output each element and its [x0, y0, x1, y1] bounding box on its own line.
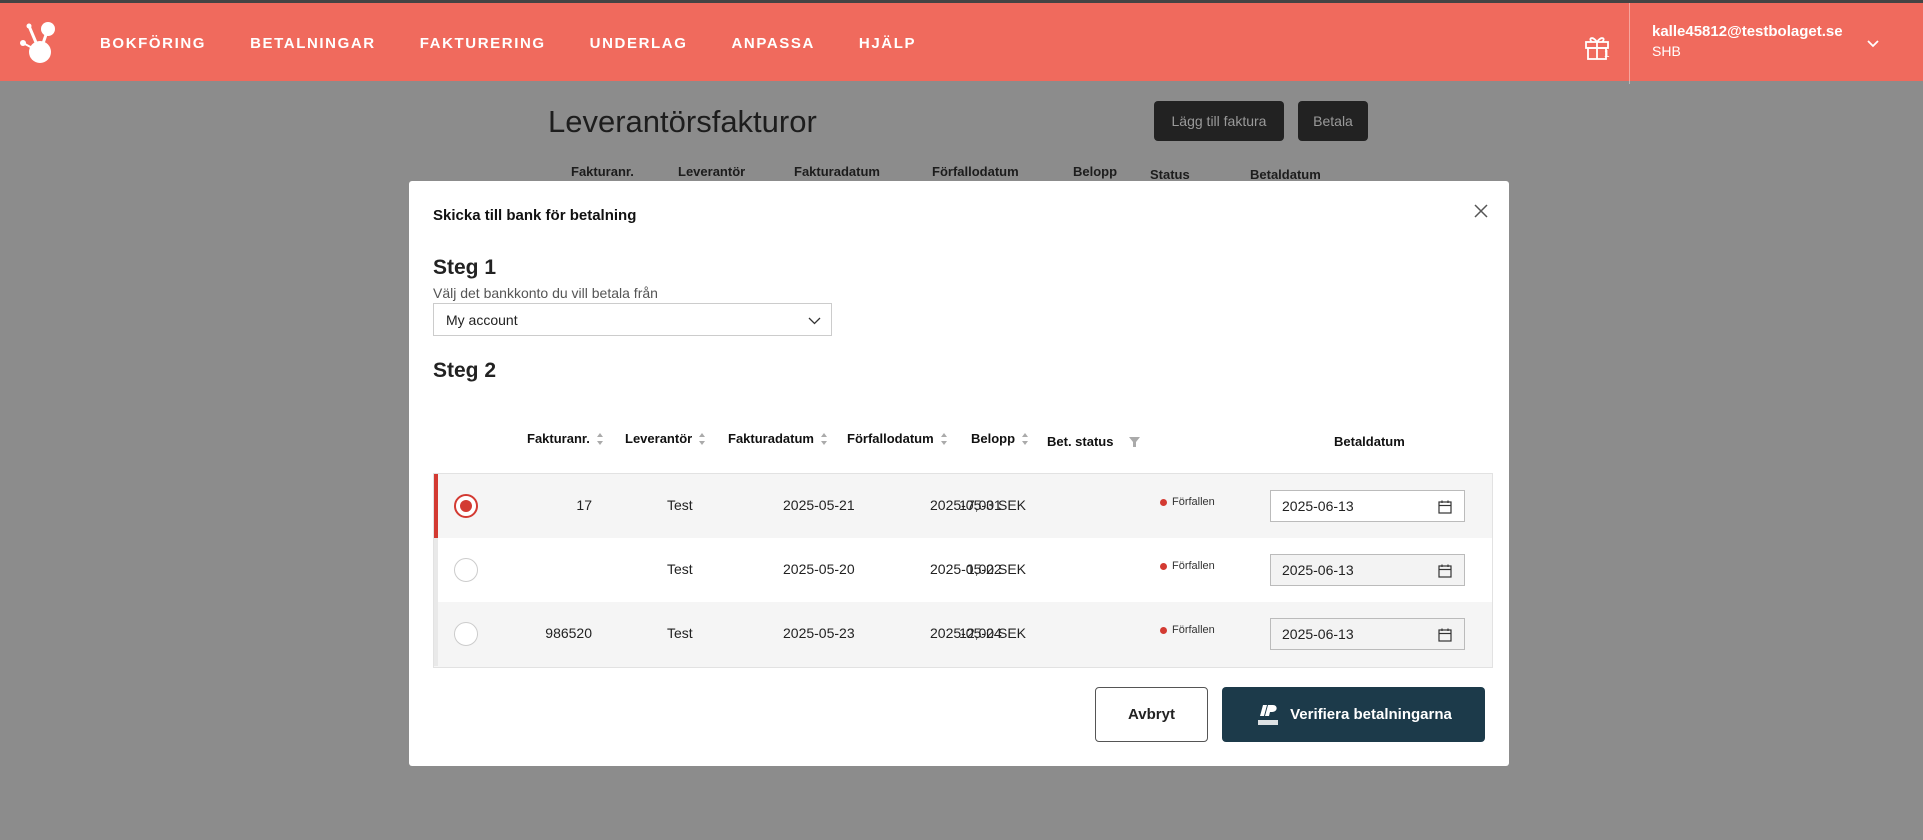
- status-label: Förfallen: [1172, 560, 1215, 572]
- status-badge: Förfallen: [1160, 496, 1215, 508]
- cell-amount: 12,00 SEK: [959, 625, 1026, 641]
- status-label: Förfallen: [1172, 496, 1215, 508]
- row-select-radio[interactable]: [454, 558, 478, 582]
- row-select-radio[interactable]: [454, 622, 478, 646]
- row-select-radio[interactable]: [454, 494, 478, 518]
- company-logo-icon[interactable]: [18, 21, 62, 67]
- sort-icon: [1022, 432, 1029, 445]
- chevron-down-icon[interactable]: [1866, 37, 1880, 51]
- verify-payments-button[interactable]: Verifiera betalningarna: [1222, 687, 1485, 742]
- status-badge: Förfallen: [1160, 560, 1215, 572]
- table-row[interactable]: Test 2025-05-20 2025-05-22 1,00 SEK Förf…: [434, 538, 1492, 602]
- payment-modal: Skicka till bank för betalning Steg 1 Vä…: [409, 181, 1509, 766]
- pay-date-value: 2025-06-13: [1282, 498, 1354, 514]
- gift-count-badge: 1: [1604, 49, 1610, 60]
- bg-header-invoice-no: Fakturanr.: [571, 164, 634, 179]
- header-invoice-no[interactable]: Fakturanr.: [527, 431, 604, 446]
- header-invoice-no-label: Fakturanr.: [527, 431, 590, 446]
- nav-item-betalningar[interactable]: BETALNINGAR: [250, 35, 376, 52]
- header-due-date[interactable]: Förfallodatum: [847, 431, 948, 446]
- header-status-label: Bet. status: [1047, 434, 1114, 449]
- nav-item-bokforing[interactable]: BOKFÖRING: [100, 35, 206, 52]
- status-label: Förfallen: [1172, 624, 1215, 636]
- nav-item-underlag[interactable]: UNDERLAG: [590, 35, 688, 52]
- step1-description: Välj det bankkonto du vill betala från: [433, 285, 658, 301]
- user-divider: [1629, 3, 1630, 84]
- cell-amount: 17,00 SEK: [959, 497, 1026, 513]
- user-bank: SHB: [1652, 43, 1681, 59]
- header-invoice-date[interactable]: Fakturadatum: [728, 431, 828, 446]
- header-supplier[interactable]: Leverantör: [625, 431, 706, 446]
- main-nav: BOKFÖRING BETALNINGAR FAKTURERING UNDERL…: [100, 3, 960, 84]
- bg-header-supplier: Leverantör: [678, 164, 746, 179]
- status-dot-icon: [1160, 626, 1167, 634]
- close-icon[interactable]: [1471, 201, 1491, 221]
- pay-date-input[interactable]: 2025-06-13: [1270, 618, 1465, 650]
- add-invoice-button[interactable]: Lägg till faktura: [1154, 101, 1284, 141]
- bg-header-due-date: Förfallodatum: [932, 164, 1019, 179]
- cell-supplier: Test: [667, 625, 693, 641]
- calendar-icon[interactable]: [1438, 628, 1452, 642]
- cancel-button[interactable]: Avbryt: [1095, 687, 1208, 742]
- step2-title: Steg 2: [433, 359, 497, 382]
- payments-table-header: Fakturanr. Leverantör Fakturadatum Förfa…: [433, 431, 1493, 455]
- pay-date-input[interactable]: 2025-06-13: [1270, 490, 1465, 522]
- chevron-down-icon: [808, 317, 821, 325]
- pay-date-input[interactable]: 2025-06-13: [1270, 554, 1465, 586]
- bg-header-status: Status: [1150, 167, 1190, 182]
- top-navigation-bar: BOKFÖRING BETALNINGAR FAKTURERING UNDERL…: [0, 0, 1923, 84]
- table-row[interactable]: 986520 Test 2025-05-23 2025-05-24 12,00 …: [434, 602, 1492, 667]
- sort-icon: [596, 432, 603, 445]
- header-amount[interactable]: Belopp: [971, 431, 1029, 446]
- sort-icon: [940, 432, 947, 445]
- bank-account-value: My account: [446, 311, 518, 328]
- bankid-icon: [1258, 704, 1279, 725]
- cell-supplier: Test: [667, 561, 693, 577]
- nav-item-anpassa[interactable]: ANPASSA: [731, 35, 814, 52]
- cell-invoice-no: 986520: [545, 625, 592, 641]
- cell-supplier: Test: [667, 497, 693, 513]
- filter-icon[interactable]: [1129, 436, 1141, 447]
- user-menu[interactable]: kalle45812@testbolaget.se SHB: [1652, 23, 1843, 59]
- user-email: kalle45812@testbolaget.se: [1652, 23, 1843, 40]
- nav-item-fakturering[interactable]: FAKTURERING: [420, 35, 546, 52]
- modal-title: Skicka till bank för betalning: [433, 207, 637, 224]
- table-row[interactable]: 17 Test 2025-05-21 2025-05-31 17,00 SEK …: [434, 474, 1492, 538]
- status-dot-icon: [1160, 498, 1167, 506]
- payments-table-body: 17 Test 2025-05-21 2025-05-31 17,00 SEK …: [433, 473, 1493, 668]
- row-accent: [434, 602, 438, 666]
- calendar-icon[interactable]: [1438, 500, 1452, 514]
- status-dot-icon: [1160, 562, 1167, 570]
- row-accent: [434, 474, 438, 538]
- sort-icon: [699, 432, 706, 445]
- bank-account-select[interactable]: My account: [433, 303, 832, 336]
- pay-button[interactable]: Betala: [1298, 101, 1368, 141]
- bg-header-pay-date: Betaldatum: [1250, 167, 1321, 182]
- cell-invoice-date: 2025-05-23: [783, 625, 855, 641]
- row-accent: [434, 538, 438, 602]
- sort-icon: [820, 432, 827, 445]
- pay-date-value: 2025-06-13: [1282, 626, 1354, 642]
- page-title: Leverantörsfakturor: [548, 104, 817, 139]
- header-pay-date: Betaldatum: [1334, 434, 1405, 449]
- header-status[interactable]: Bet. status: [1047, 434, 1141, 449]
- header-invoice-date-label: Fakturadatum: [728, 431, 814, 446]
- cell-invoice-no: 17: [576, 497, 592, 513]
- pay-date-value: 2025-06-13: [1282, 562, 1354, 578]
- header-supplier-label: Leverantör: [625, 431, 693, 446]
- status-badge: Förfallen: [1160, 624, 1215, 636]
- header-amount-label: Belopp: [971, 431, 1016, 446]
- calendar-icon[interactable]: [1438, 564, 1452, 578]
- bg-header-amount: Belopp: [1073, 164, 1118, 179]
- cell-invoice-date: 2025-05-21: [783, 497, 855, 513]
- cell-amount: 1,00 SEK: [966, 561, 1026, 577]
- nav-item-hjalp[interactable]: HJÄLP: [859, 35, 916, 52]
- header-due-date-label: Förfallodatum: [847, 431, 934, 446]
- cell-invoice-date: 2025-05-20: [783, 561, 855, 577]
- verify-payments-label: Verifiera betalningarna: [1290, 706, 1452, 723]
- bg-header-invoice-date: Fakturadatum: [794, 164, 880, 179]
- header-pay-date-label: Betaldatum: [1334, 434, 1405, 449]
- step1-title: Steg 1: [433, 256, 497, 279]
